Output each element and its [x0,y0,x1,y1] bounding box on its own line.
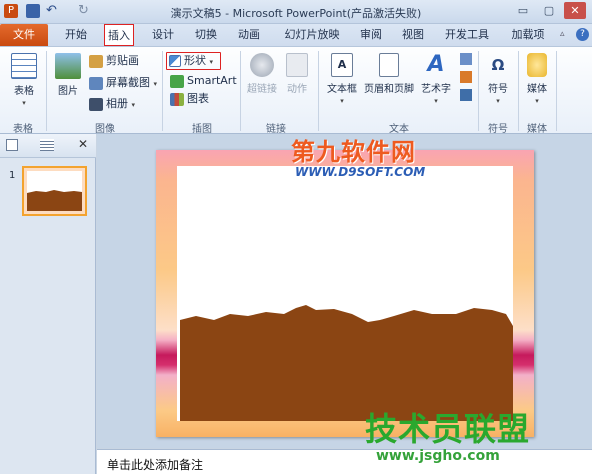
watermark-top: 第九软件网 [291,138,416,166]
clipart-icon [89,54,103,68]
clipart-button[interactable]: 剪贴画 [89,53,139,69]
screenshot-icon [89,76,103,90]
header-footer-button[interactable]: 页眉和页脚 [362,53,416,95]
thumbnail-preview [24,168,85,214]
group-divider [518,51,519,131]
tab-developer[interactable]: 开发工具 [440,24,494,46]
group-label-images: 图像 [95,124,115,135]
screenshot-button[interactable]: 屏幕截图 ▾ [89,75,157,91]
globe-icon [250,53,274,77]
tab-animations[interactable]: 动画 [232,24,266,46]
shapes-button[interactable]: 形状 ▾ [166,52,221,70]
notes-pane[interactable]: 单击此处添加备注 [97,449,592,474]
tab-transitions[interactable]: 切换 [189,24,223,46]
tab-insert[interactable]: 插入 [104,24,134,46]
picture-button[interactable]: 图片 [52,53,84,97]
tab-file[interactable]: 文件 [0,24,48,46]
symbol-button[interactable]: Ω 符号 ▾ [482,53,514,106]
pane-tabs: ✕ [0,134,96,158]
tab-addins[interactable]: 加载项 [506,24,550,46]
slide-canvas[interactable] [156,150,534,437]
chart-icon [170,92,184,106]
watermark-bottom-url: www.jsgho.com [376,448,500,464]
group-divider [318,51,319,131]
watermark-bottom: 技术员联盟 [365,410,531,448]
slide-number-icon[interactable] [460,71,472,83]
photo-album-button[interactable]: 相册 ▾ [89,96,135,112]
omega-icon: Ω [491,56,505,74]
group-label-links: 链接 [266,124,286,134]
minimize-button[interactable]: ▭ [512,2,534,19]
date-time-icon[interactable] [460,53,472,65]
tab-review[interactable]: 审阅 [354,24,388,46]
tab-design[interactable]: 设计 [146,24,180,46]
group-divider [478,51,479,131]
group-divider [240,51,241,131]
help-icon[interactable]: ? [576,28,589,41]
notes-placeholder[interactable]: 单击此处添加备注 [107,456,203,473]
textbox-icon: A [331,53,353,77]
slides-pane: ✕ 1 [0,134,96,474]
minimize-ribbon-icon[interactable]: ▵ [560,29,572,41]
slide-thumbnail[interactable] [22,166,87,216]
close-button[interactable]: ✕ [564,2,586,19]
object-icon[interactable] [460,89,472,101]
outline-tab-icon[interactable] [40,139,54,151]
tab-slideshow[interactable]: 幻灯片放映 [278,24,346,46]
smartart-button[interactable]: SmartArt [170,73,237,89]
wordart-button[interactable]: A 艺术字 ▾ [418,53,454,106]
group-divider [556,51,557,131]
picture-icon [55,53,81,79]
hyperlink-button[interactable]: 超链接 [244,53,280,95]
group-label-symbols: 符号 [488,124,508,135]
watermark-top-url: WWW.D9SOFT.COM [295,165,426,179]
speaker-icon [527,53,547,77]
window-title: 演示文稿5 - Microsoft PowerPoint(产品激活失败) [170,7,422,20]
wordart-icon: A [427,52,445,77]
group-label-media: 媒体 [527,124,547,135]
mountain-shape[interactable] [156,150,534,437]
action-icon [286,53,308,77]
chart-button[interactable]: 图表 [170,91,209,107]
table-button[interactable]: 表格 ▾ [4,53,44,108]
tab-view[interactable]: 视图 [396,24,430,46]
close-pane-icon[interactable]: ✕ [78,137,88,151]
header-footer-icon [379,53,399,77]
slides-tab-icon[interactable] [6,139,18,151]
shapes-icon [169,55,181,67]
group-label-illustrations: 插图 [192,124,212,135]
photo-album-icon [89,97,103,111]
ribbon-insert: 表格 ▾ 表格 图片 剪贴画 屏幕截图 ▾ 相册 ▾ 图像 形状 ▾ SmartA… [0,46,592,135]
action-button[interactable]: 动作 [282,53,312,95]
restore-button[interactable]: ▢ [538,2,560,19]
group-divider [162,51,163,131]
smartart-icon [170,74,184,88]
group-label-tables: 表格 [13,124,33,135]
media-button[interactable]: 媒体 ▾ [522,53,552,106]
group-divider [46,51,47,131]
table-icon [11,53,37,79]
ribbon-tabs: 文件 开始 插入 设计 切换 动画 幻灯片放映 审阅 视图 开发工具 加载项 ▵… [0,24,592,46]
tab-home[interactable]: 开始 [58,24,94,46]
title-bar: P ↶ ↻ 演示文稿5 - Microsoft PowerPoint(产品激活失… [0,0,592,24]
textbox-button[interactable]: A 文本框 ▾ [324,53,360,106]
slide-number: 1 [9,170,16,181]
